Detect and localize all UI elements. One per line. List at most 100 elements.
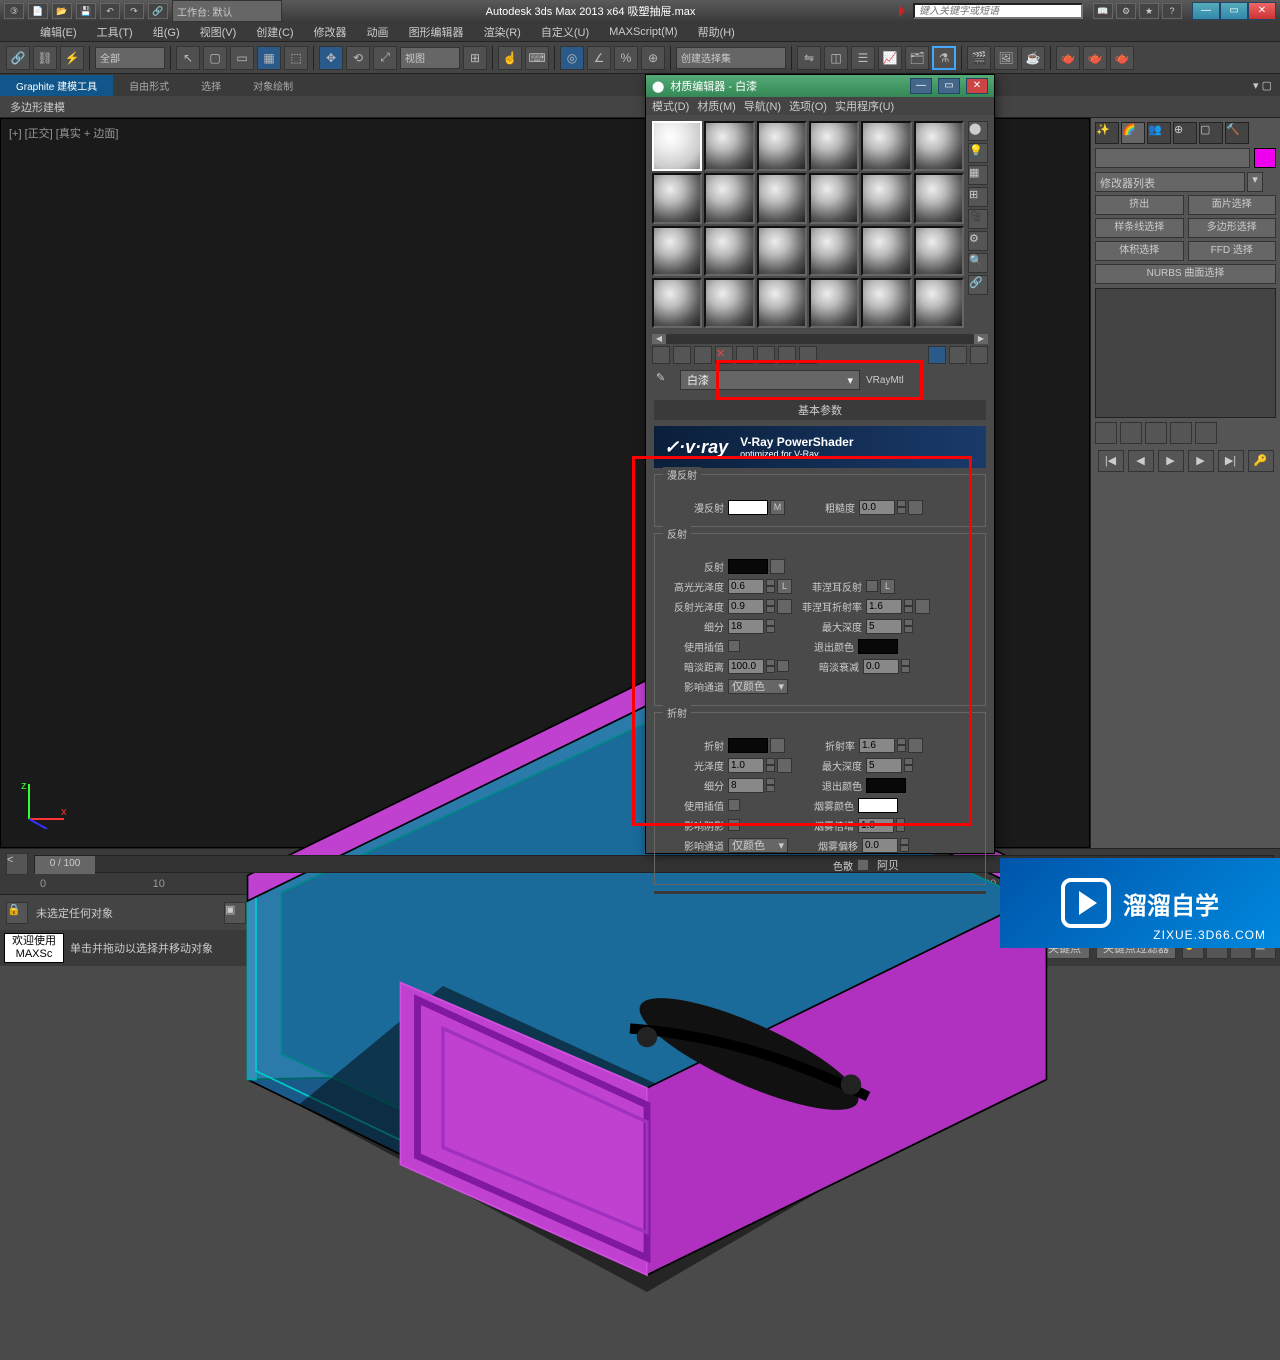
ribbon-tab-object[interactable]: 对象绘制 [237, 75, 309, 96]
manipulate-icon[interactable]: ☝ [498, 46, 522, 70]
search-input[interactable] [913, 3, 1083, 19]
material-slot[interactable] [809, 121, 859, 171]
me-hscroll-right-icon[interactable]: ▶ [974, 334, 988, 344]
btn-volsel[interactable]: 体积选择 [1095, 241, 1184, 261]
material-slot[interactable] [704, 226, 754, 276]
reflect-maxdepth-spinner[interactable]: 5 [866, 619, 902, 634]
refract-interp-checkbox[interactable] [728, 799, 740, 811]
tab-display-icon[interactable]: ▢ [1199, 122, 1223, 144]
align-icon[interactable]: ◫ [824, 46, 848, 70]
refract-color-swatch[interactable] [728, 738, 768, 753]
me-reset-icon[interactable]: ✕ [715, 346, 733, 364]
ior-map-button[interactable] [908, 738, 923, 753]
link-icon[interactable]: 🔗 [148, 3, 168, 19]
me-background-icon[interactable]: ▦ [968, 165, 988, 185]
material-slot[interactable] [652, 173, 702, 223]
me-options-icon[interactable]: ⚙ [968, 231, 988, 251]
percent-snap-icon[interactable]: % [614, 46, 638, 70]
material-slot[interactable] [757, 173, 807, 223]
menu-animation[interactable]: 动画 [357, 22, 399, 42]
roughness-map-button[interactable] [908, 500, 923, 515]
info-icon[interactable]: ? [1162, 3, 1182, 19]
unique-icon[interactable] [1145, 422, 1167, 444]
material-slot[interactable] [809, 173, 859, 223]
fresnel-l-button[interactable]: L [880, 579, 895, 594]
framebuffer-icon[interactable]: 🖼 [994, 46, 1018, 70]
mirror-icon[interactable]: ⇋ [797, 46, 821, 70]
reflect-color-swatch[interactable] [728, 559, 768, 574]
me-go-parent-icon[interactable] [949, 346, 967, 364]
me-make-unique-icon[interactable] [757, 346, 775, 364]
unlink-icon[interactable]: ⛓ [33, 46, 57, 70]
menu-edit[interactable]: 编辑(E) [30, 22, 87, 42]
redo-icon[interactable]: ↷ [124, 3, 144, 19]
material-slot[interactable] [914, 121, 964, 171]
play-icon[interactable]: ▶ [1158, 450, 1184, 472]
refr-glossy-map-button[interactable] [777, 758, 792, 773]
affect-shadows-checkbox[interactable] [728, 819, 740, 831]
goto-end-icon[interactable]: ▶| [1218, 450, 1244, 472]
object-color-swatch[interactable] [1254, 148, 1276, 168]
layers-icon[interactable]: ☰ [851, 46, 875, 70]
material-slot[interactable] [914, 278, 964, 328]
show-endresult-icon[interactable] [1120, 422, 1142, 444]
configure-icon[interactable] [1195, 422, 1217, 444]
render-setup-icon[interactable]: 🎬 [967, 46, 991, 70]
reflect-subdiv-spinner[interactable]: 18 [728, 619, 764, 634]
me-maximize-button[interactable]: ▭ [938, 78, 960, 94]
me-titlebar[interactable]: ⬤ 材质编辑器 - 白漆 — ▭ ✕ [646, 75, 994, 97]
me-rollout-basic[interactable]: 基本参数 [654, 400, 986, 420]
ribbon-panel-label[interactable]: 多边形建模 [10, 99, 65, 115]
minimize-button[interactable]: — [1192, 2, 1220, 20]
material-slot[interactable] [861, 226, 911, 276]
select-crossing-icon[interactable]: ⬚ [284, 46, 308, 70]
goto-start-icon[interactable]: |◀ [1098, 450, 1124, 472]
me-select-by-icon[interactable]: 🔍 [968, 253, 988, 273]
scale-icon[interactable]: ⤢ [373, 46, 397, 70]
btn-polysel[interactable]: 多边形选择 [1188, 218, 1277, 238]
me-close-button[interactable]: ✕ [966, 78, 988, 94]
l-button[interactable]: L [777, 579, 792, 594]
material-slot[interactable] [861, 121, 911, 171]
btn-nurbssel[interactable]: NURBS 曲面选择 [1095, 264, 1276, 284]
material-slot[interactable] [914, 226, 964, 276]
teapot3-icon[interactable]: 🫖 [1110, 46, 1134, 70]
material-slot[interactable] [652, 226, 702, 276]
reflect-map-button[interactable] [770, 559, 785, 574]
app-icon[interactable]: ③ [4, 3, 24, 19]
material-slot[interactable] [757, 121, 807, 171]
refract-map-button[interactable] [770, 738, 785, 753]
rotate-icon[interactable]: ⟲ [346, 46, 370, 70]
me-material-id-icon[interactable] [799, 346, 817, 364]
close-button[interactable]: ✕ [1248, 2, 1276, 20]
spinner-snap-icon[interactable]: ⊕ [641, 46, 665, 70]
material-slot[interactable] [809, 226, 859, 276]
material-slot[interactable] [861, 173, 911, 223]
time-handle[interactable]: 0 / 100 [35, 856, 95, 874]
roughness-spinner[interactable]: 0.0 [859, 500, 895, 515]
material-slot[interactable] [704, 173, 754, 223]
prev-frame-icon[interactable]: ◀ [1128, 450, 1154, 472]
tab-hierarchy-icon[interactable]: 👥 [1147, 122, 1171, 144]
snap-icon[interactable]: ◎ [560, 46, 584, 70]
me-backlight-icon[interactable]: 💡 [968, 143, 988, 163]
material-slot[interactable] [914, 173, 964, 223]
fog-mult-spinner[interactable]: 1.0 [858, 818, 894, 833]
menu-customize[interactable]: 自定义(U) [531, 22, 599, 42]
btn-splinesel[interactable]: 样条线选择 [1095, 218, 1184, 238]
pin-icon[interactable] [1095, 422, 1117, 444]
me-put-to-scene-icon[interactable] [673, 346, 691, 364]
dim-distance-spinner[interactable]: 100.0 [728, 659, 764, 674]
reflect-glossy-spinner[interactable]: 0.9 [728, 599, 764, 614]
diffuse-color-swatch[interactable] [728, 500, 768, 515]
material-slot[interactable] [704, 121, 754, 171]
me-hscroll-left-icon[interactable]: ◀ [652, 334, 666, 344]
me-video-icon[interactable]: 🎥 [968, 209, 988, 229]
fresnel-checkbox[interactable] [866, 580, 878, 592]
select-name-icon[interactable]: ▢ [203, 46, 227, 70]
material-slot[interactable] [861, 278, 911, 328]
tab-motion-icon[interactable]: ⊕ [1173, 122, 1197, 144]
refcoord-dropdown[interactable]: 视图 [400, 47, 460, 69]
menu-tools[interactable]: 工具(T) [87, 22, 143, 42]
bind-icon[interactable]: ⚡ [60, 46, 84, 70]
